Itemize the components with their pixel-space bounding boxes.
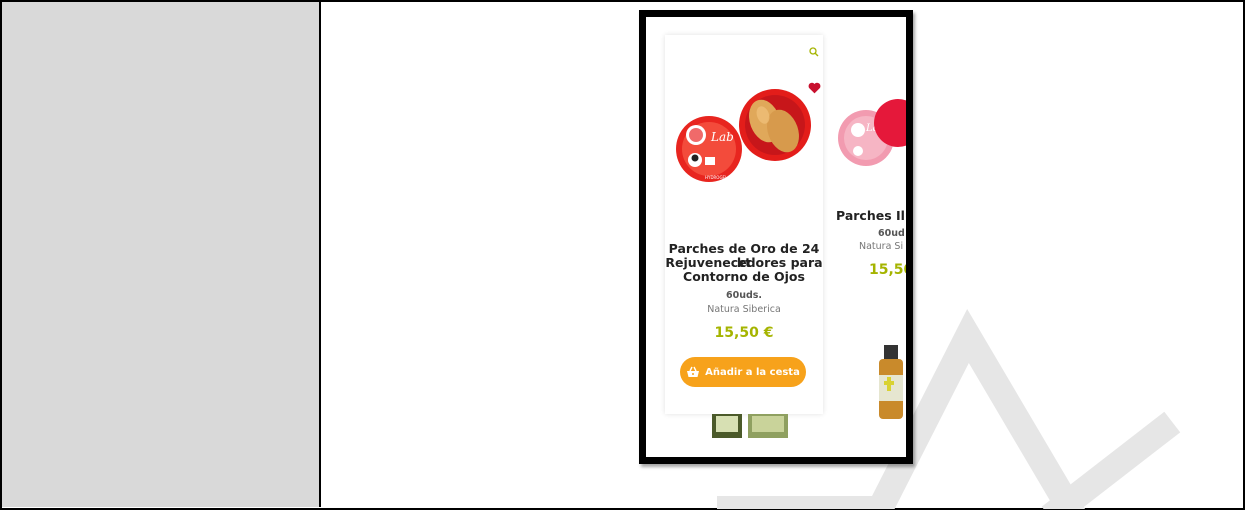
product-2-brand: Natura Si: [859, 241, 904, 252]
product-2-quantity: 60ud: [878, 228, 905, 239]
product-card[interactable]: Lab HYDROGEL EYE PATCHES Parches de Oro …: [665, 35, 823, 414]
phone-mockup: Lab HYDROGEL EYE PATCHES Parches de Oro …: [639, 10, 913, 464]
next-row-product-image-1: [712, 414, 788, 438]
product-quantity: 60uds.: [725, 290, 763, 301]
phone-screen: Lab HYDROGEL EYE PATCHES Parches de Oro …: [646, 17, 906, 457]
svg-text:Lab: Lab: [710, 130, 734, 144]
product-price: 15,50 €: [714, 325, 774, 341]
search-icon: [809, 47, 819, 57]
add-to-cart-button[interactable]: Añadir a la cesta: [680, 357, 806, 387]
left-gray-panel: [2, 2, 321, 507]
product-brand: Natura Siberica: [707, 304, 781, 315]
product-2-title[interactable]: Parches Ilu: [836, 208, 906, 223]
svg-text:HYDROGEL EYE PATCHES: HYDROGEL EYE PATCHES: [705, 175, 755, 180]
product-title-line-2[interactable]: Rejuvenecedores para: [665, 256, 823, 270]
next-row-product-image-2: [879, 345, 903, 419]
search-button[interactable]: [807, 45, 821, 59]
product-2-price: 15,50: [869, 262, 906, 278]
product-image-2: Lab: [838, 99, 906, 166]
product-title-line-3[interactable]: Contorno de Ojos: [665, 270, 823, 284]
add-to-cart-label: Añadir a la cesta: [705, 366, 800, 378]
product-card-2[interactable]: Lab Parches Ilu 60ud Natura Si 15,50: [836, 35, 906, 419]
basket-icon: [687, 366, 700, 377]
product-image: Lab HYDROGEL EYE PATCHES: [676, 89, 811, 182]
